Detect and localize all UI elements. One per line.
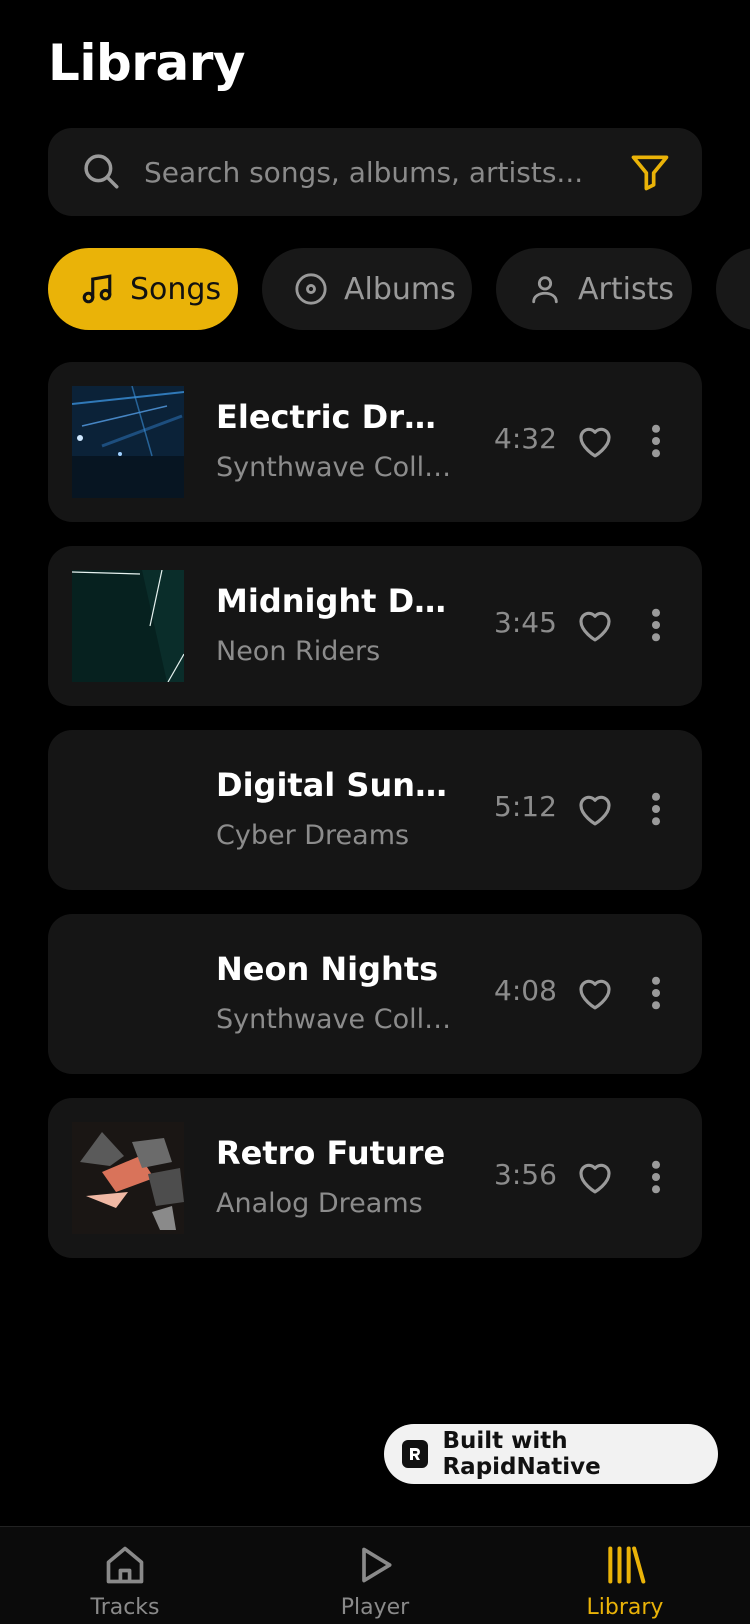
tab-label: Player <box>340 1595 410 1620</box>
heart-icon[interactable] <box>574 788 616 830</box>
built-with-badge[interactable]: Built with RapidNative <box>384 1424 718 1484</box>
search-icon <box>84 154 119 189</box>
album-cover <box>72 570 184 682</box>
page-title: Library <box>48 34 245 92</box>
chip-label: Artists <box>578 271 674 307</box>
track-title: Neon Nights <box>216 950 439 988</box>
heart-icon[interactable] <box>574 972 616 1014</box>
filter-icon[interactable] <box>628 150 672 194</box>
filter-chips: Songs Albums Artists <box>48 248 750 330</box>
music-note-icon <box>82 274 112 304</box>
track-artist: Neon Riders <box>216 636 381 667</box>
heart-icon[interactable] <box>574 604 616 646</box>
track-duration: 3:56 <box>494 1158 557 1191</box>
track-duration: 3:45 <box>494 606 557 639</box>
rapidnative-logo-icon <box>402 1440 429 1468</box>
chip-label: Songs <box>130 271 222 307</box>
track-card[interactable]: Electric Dreams Synthwave Collective 4:3… <box>48 362 702 522</box>
track-artist: Synthwave Collective <box>216 1004 456 1035</box>
chip-songs[interactable]: Songs <box>48 248 238 330</box>
track-duration: 5:12 <box>494 790 557 823</box>
badge-label: Built with RapidNative <box>442 1428 601 1480</box>
bottom-tab-bar: Tracks Player Library <box>0 1526 750 1624</box>
track-artist: Cyber Dreams <box>216 820 410 851</box>
home-icon <box>106 1546 144 1584</box>
album-cover <box>72 938 184 1050</box>
search-input[interactable] <box>144 148 604 196</box>
chip-label: Albums <box>344 271 456 307</box>
library-screen: Library Songs Albums Artists <box>0 0 750 1624</box>
track-title: Midnight Drive <box>216 582 456 620</box>
chip-more[interactable] <box>716 248 750 330</box>
track-title: Electric Dreams <box>216 398 456 436</box>
tab-label: Tracks <box>90 1595 160 1620</box>
track-duration: 4:08 <box>494 974 557 1007</box>
tab-label: Library <box>586 1595 664 1620</box>
person-icon <box>532 276 558 304</box>
chip-albums[interactable]: Albums <box>262 248 472 330</box>
more-vertical-icon[interactable] <box>642 972 670 1014</box>
track-card[interactable]: Neon Nights Synthwave Collective 4:08 <box>48 914 702 1074</box>
play-icon <box>362 1547 392 1583</box>
track-title: Digital Sunset <box>216 766 456 804</box>
more-vertical-icon[interactable] <box>642 604 670 646</box>
tab-library[interactable]: Library <box>500 1527 750 1624</box>
heart-icon[interactable] <box>574 420 616 462</box>
more-vertical-icon[interactable] <box>642 1156 670 1198</box>
track-card[interactable]: Digital Sunset Cyber Dreams 5:12 <box>48 730 702 890</box>
track-card[interactable]: Midnight Drive Neon Riders 3:45 <box>48 546 702 706</box>
track-title: Retro Future <box>216 1134 446 1172</box>
track-duration: 4:32 <box>494 422 557 455</box>
more-vertical-icon[interactable] <box>642 788 670 830</box>
album-cover <box>72 754 184 866</box>
search-bar <box>48 128 702 216</box>
tab-player[interactable]: Player <box>250 1527 500 1624</box>
heart-icon[interactable] <box>574 1156 616 1198</box>
library-icon <box>608 1546 646 1584</box>
chip-artists[interactable]: Artists <box>496 248 692 330</box>
track-artist: Synthwave Collective <box>216 452 456 483</box>
track-card[interactable]: Retro Future Analog Dreams 3:56 <box>48 1098 702 1258</box>
album-cover <box>72 386 184 498</box>
track-artist: Analog Dreams <box>216 1188 423 1219</box>
tab-tracks[interactable]: Tracks <box>0 1527 250 1624</box>
disc-icon <box>295 273 327 305</box>
album-cover <box>72 1122 184 1234</box>
more-vertical-icon[interactable] <box>642 420 670 462</box>
